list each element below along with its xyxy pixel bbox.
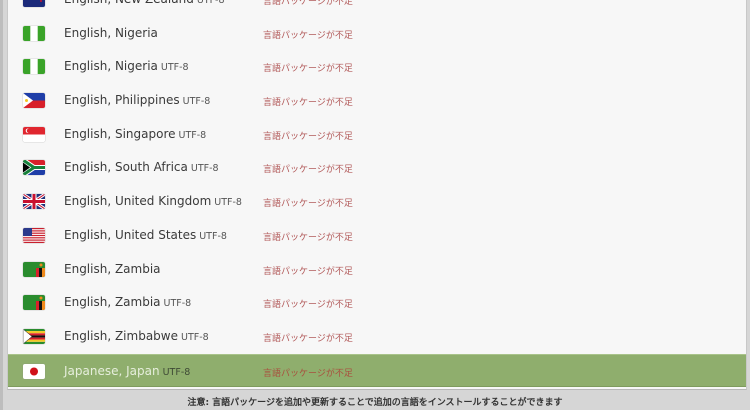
encoding-label: UTF-8 [162, 366, 191, 378]
locale-label: Japanese, Japan [64, 363, 160, 378]
locale-label: English, South Africa [64, 160, 188, 175]
flag-gb-icon [23, 194, 45, 210]
flag-us-icon [23, 227, 45, 243]
encoding-label: UTF-8 [190, 163, 219, 175]
status-text: 言語パッケージが不足 [263, 165, 353, 176]
locale-name: English, United States UTF-8 [64, 228, 227, 242]
flag-ph-icon [23, 93, 45, 109]
locale-label: English, Zimbabwe [64, 328, 178, 343]
locale-name: English, Singapore UTF-8 [64, 127, 206, 141]
locale-label: English, Nigeria [64, 25, 158, 40]
locale-row[interactable]: English, Singapore UTF-8 言語パッケージが不足 [8, 118, 746, 152]
status-text: 言語パッケージが不足 [263, 0, 353, 7]
locale-row[interactable]: English, United States UTF-8 言語パッケージが不足 [8, 219, 746, 253]
locale-list[interactable]: English, New ZealandUTF-8 言語パッケージが不足 Eng… [7, 0, 747, 390]
locale-name: English, South Africa UTF-8 [64, 160, 219, 174]
flag-nz-icon [23, 0, 45, 7]
locale-row[interactable]: English, South Africa UTF-8 言語パッケージが不足 [8, 151, 746, 185]
flag-zm-icon [23, 261, 45, 277]
locale-label: English, Zambia [64, 261, 161, 276]
locale-name: English, Nigeria [64, 26, 158, 40]
encoding-label: UTF-8 [182, 96, 211, 108]
flag-zm-icon [23, 295, 45, 311]
locale-label: English, Singapore [64, 126, 176, 141]
locale-name: English, Philippines UTF-8 [64, 93, 210, 107]
locale-row[interactable]: English, Nigeria 言語パッケージが不足 [8, 17, 746, 51]
locale-row[interactable]: English, Zambia UTF-8 言語パッケージが不足 [8, 286, 746, 320]
locale-label: English, Zambia [64, 295, 161, 310]
status-text: 言語パッケージが不足 [263, 300, 353, 311]
encoding-label: UTF-8 [160, 62, 189, 74]
encoding-label: UTF-8 [163, 298, 192, 310]
status-text: 言語パッケージが不足 [263, 266, 353, 277]
status-text: 言語パッケージが不足 [263, 232, 353, 243]
locale-row[interactable]: Japanese, Japan UTF-8 言語パッケージが不足 [8, 353, 746, 388]
locale-label: English, Philippines [64, 93, 180, 108]
flag-ng-icon [23, 25, 45, 41]
locale-name: English, New ZealandUTF-8 [64, 0, 225, 6]
encoding-label: UTF-8 [214, 197, 242, 209]
flag-zw-icon [23, 328, 45, 344]
flag-ng-icon [23, 59, 45, 75]
locale-label: English, New Zealand [64, 0, 194, 6]
encoding-label: UTF-8 [196, 0, 225, 6]
status-text: 言語パッケージが不足 [263, 30, 353, 41]
locale-row[interactable]: English, United Kingdom UTF-8 言語パッケージが不足 [8, 185, 746, 219]
locale-label: English, United States [64, 227, 197, 242]
locale-row[interactable]: English, Zimbabwe UTF-8 言語パッケージが不足 [8, 320, 746, 354]
status-text: 言語パッケージが不足 [263, 199, 353, 210]
locale-name: English, Zimbabwe UTF-8 [64, 329, 209, 343]
status-text: 言語パッケージが不足 [263, 131, 353, 142]
flag-sg-icon [23, 126, 45, 142]
locale-label: English, United Kingdom [64, 194, 212, 209]
encoding-label: UTF-8 [181, 331, 209, 343]
locale-name: English, Zambia UTF-8 [64, 295, 191, 309]
locale-row[interactable]: English, Zambia 言語パッケージが不足 [8, 253, 746, 287]
locale-name: Japanese, Japan UTF-8 [64, 364, 190, 378]
locale-row[interactable]: English, Nigeria UTF-8 言語パッケージが不足 [8, 50, 746, 84]
locale-name: English, United Kingdom UTF-8 [64, 194, 242, 208]
locale-row[interactable]: English, New ZealandUTF-8 言語パッケージが不足 [8, 0, 746, 17]
locale-label: English, Nigeria [64, 59, 158, 74]
locale-row[interactable]: English, Philippines UTF-8 言語パッケージが不足 [8, 84, 746, 118]
locale-name: English, Nigeria UTF-8 [64, 59, 189, 73]
note-text: 注意: 言語パッケージを追加や更新することで追加の言語をインストールすることがで… [187, 398, 563, 408]
encoding-label: UTF-8 [199, 230, 227, 242]
language-settings-panel: English, New ZealandUTF-8 言語パッケージが不足 Eng… [0, 0, 750, 410]
locale-name: English, Zambia [64, 262, 161, 276]
encoding-label: UTF-8 [178, 129, 207, 141]
flag-jp-icon [23, 363, 45, 379]
window-border [0, 0, 3, 410]
flag-za-icon [23, 160, 45, 176]
status-text: 言語パッケージが不足 [263, 98, 353, 109]
status-text: 言語パッケージが不足 [263, 333, 353, 344]
status-text: 言語パッケージが不足 [263, 64, 353, 75]
status-text: 言語パッケージが不足 [263, 368, 353, 379]
